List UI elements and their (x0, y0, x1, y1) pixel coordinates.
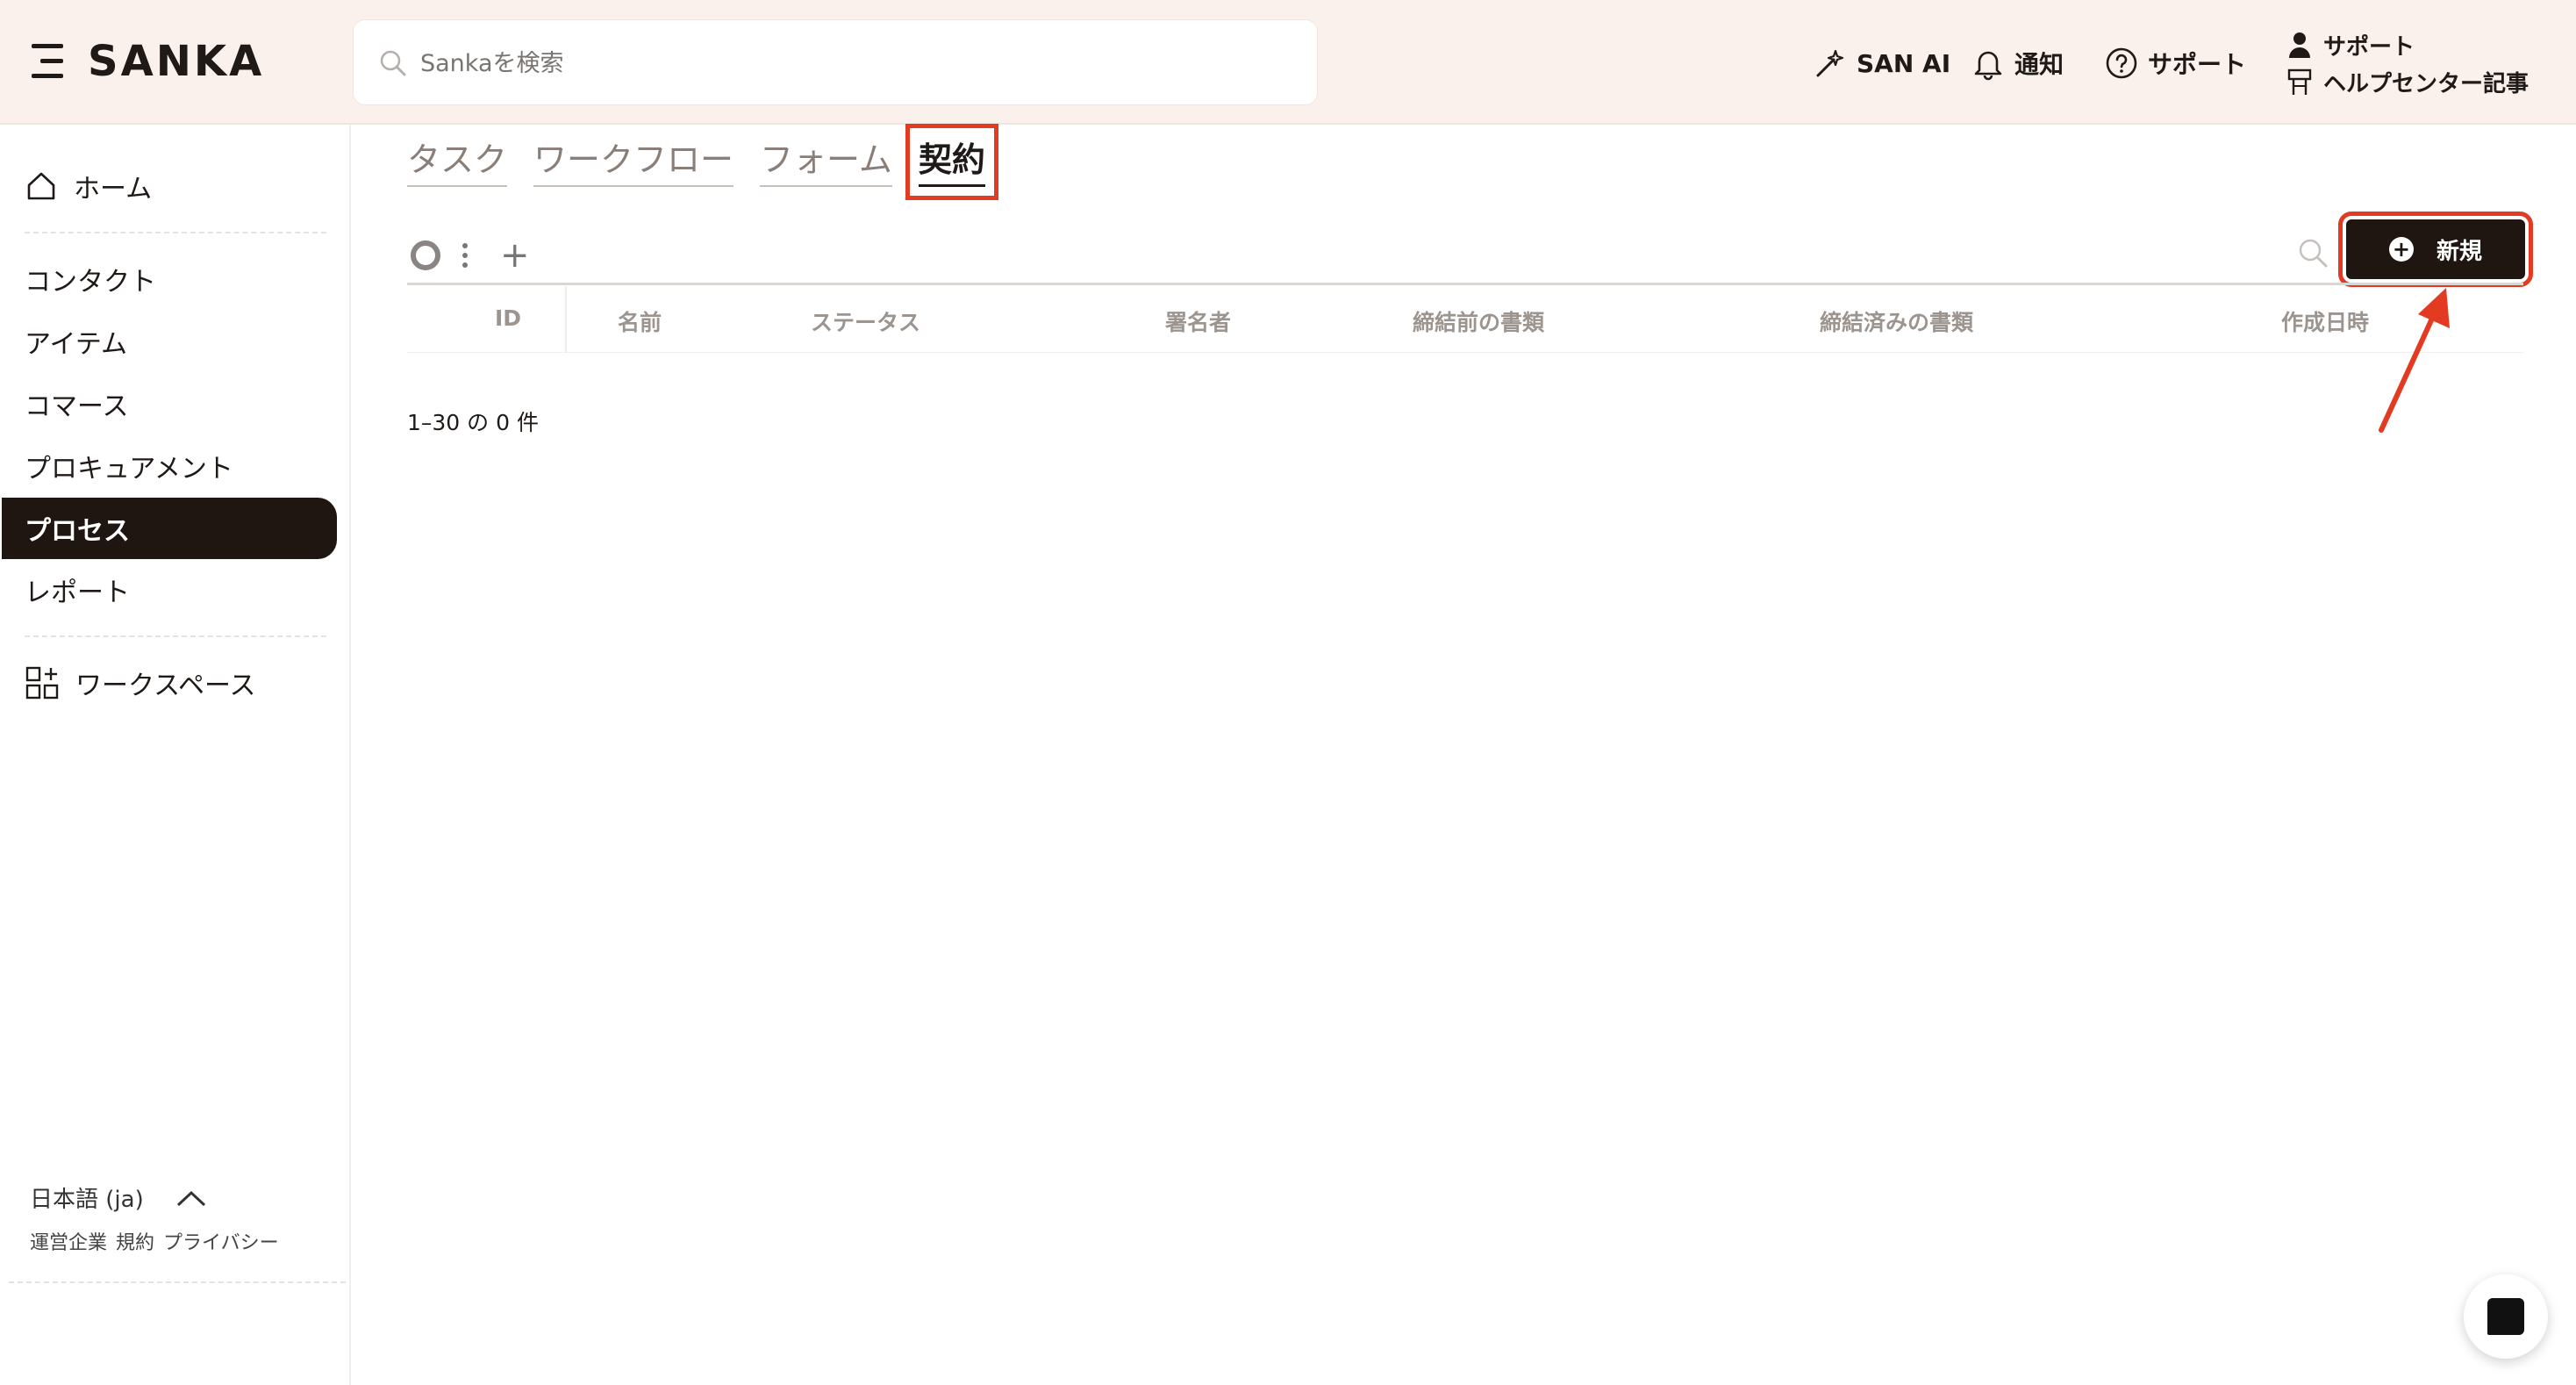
column-header-signed-docs[interactable]: 締結済みの書類 (1820, 305, 1973, 337)
add-view-icon[interactable]: + (500, 233, 530, 277)
grid-icon (25, 666, 59, 700)
process-tabs: タスク ワークフロー フォーム 契約 (407, 124, 998, 200)
sidebar-item-label: コマース (25, 391, 129, 422)
sidebar-item-process[interactable]: プロセス (2, 498, 337, 559)
language-label: 日本語 (ja) (30, 1187, 144, 1213)
sidebar-item-label: アイテム (25, 329, 127, 360)
privacy-link[interactable]: プライバシー (163, 1227, 279, 1255)
notifications-button[interactable]: 通知 (1971, 44, 2064, 83)
search-icon (380, 50, 406, 76)
table-top-border (407, 283, 2523, 285)
chat-widget-button[interactable] (2464, 1274, 2548, 1359)
help-center-link[interactable]: ヘルプセンター記事 (2286, 63, 2529, 100)
top-header: SANKA SAN AI 通知 サポート (0, 0, 2576, 125)
support-links: サポート ヘルプセンター記事 (2286, 26, 2529, 100)
help-center-icon (2287, 68, 2312, 95)
company-link[interactable]: 運営企業 (30, 1227, 107, 1255)
global-search[interactable] (353, 19, 1318, 105)
new-button-label: 新規 (2436, 238, 2482, 265)
sidebar-item-label: レポート (25, 578, 130, 608)
annotation-arrow-icon (2379, 288, 2450, 433)
magic-wand-icon (1816, 49, 1844, 77)
column-separator (565, 286, 567, 353)
sidebar-footer-divider (9, 1281, 346, 1283)
column-header-id[interactable]: ID (495, 305, 521, 331)
tab-workflows[interactable]: ワークフロー (533, 137, 734, 187)
san-ai-button[interactable]: SAN AI (1813, 44, 1950, 83)
menu-icon[interactable] (32, 42, 67, 81)
chevron-up-icon (176, 1190, 205, 1206)
help-center-label: ヘルプセンター記事 (2323, 70, 2529, 97)
terms-link[interactable]: 規約 (116, 1227, 154, 1255)
sidebar-item-contacts[interactable]: コンタクト (25, 253, 156, 305)
home-icon (27, 172, 55, 200)
tab-contracts[interactable]: 契約 (905, 124, 998, 200)
sidebar-item-items[interactable]: アイテム (25, 315, 127, 368)
search-input[interactable] (420, 41, 1280, 85)
sidebar-item-label: コンタクト (25, 267, 156, 298)
table-search-icon[interactable] (2295, 235, 2330, 270)
column-header-signers[interactable]: 署名者 (1165, 305, 1231, 337)
sidebar-divider (25, 635, 326, 637)
chat-icon (2487, 1298, 2524, 1335)
contracts-table-header: ID 名前 ステータス 署名者 締結前の書類 締結済みの書類 作成日時 (407, 286, 2523, 353)
support-label: サポート (2148, 50, 2247, 79)
sidebar-item-label: ホーム (74, 174, 153, 205)
column-header-status[interactable]: ステータス (811, 305, 920, 337)
tab-forms[interactable]: フォーム (760, 137, 892, 187)
tab-tasks[interactable]: タスク (407, 137, 508, 187)
support-button[interactable]: サポート (2104, 44, 2246, 83)
support-link[interactable]: サポート (2286, 26, 2529, 63)
notifications-label: 通知 (2014, 50, 2064, 79)
record-count: 1–30 の 0 件 (407, 410, 539, 435)
language-selector[interactable]: 日本語 (ja) (30, 1181, 207, 1214)
footer-links: 運営企業 規約 プライバシー (30, 1227, 279, 1255)
column-header-name[interactable]: 名前 (618, 305, 662, 337)
plus-circle-icon: + (2388, 237, 2414, 262)
column-header-pre-signing-docs[interactable]: 締結前の書類 (1413, 305, 1544, 337)
help-circle-icon (2106, 47, 2137, 79)
sidebar-item-commerce[interactable]: コマース (25, 377, 129, 430)
sidebar-item-procurement[interactable]: プロキュアメント (25, 440, 233, 492)
bell-icon (1974, 51, 2002, 81)
sidebar-item-label: ワークスペース (75, 671, 256, 701)
column-header-created-at[interactable]: 作成日時 (2281, 305, 2369, 337)
sidebar-item-label: プロセス (25, 516, 130, 547)
view-circle-icon[interactable] (411, 240, 440, 270)
sidebar-item-label: プロキュアメント (25, 454, 233, 484)
sidebar-item-home[interactable]: ホーム (25, 160, 152, 212)
new-contract-button[interactable]: + 新規 (2338, 212, 2533, 287)
support-link-label: サポート (2323, 33, 2415, 61)
sidebar-divider (25, 232, 326, 233)
table-toolbar: + (407, 233, 2523, 286)
app-logo[interactable]: SANKA (88, 35, 264, 88)
more-options-icon[interactable] (462, 240, 469, 272)
san-ai-label: SAN AI (1857, 48, 1951, 78)
sidebar-item-workspace[interactable]: ワークスペース (25, 657, 256, 709)
sidebar-item-reports[interactable]: レポート (25, 563, 130, 616)
person-icon (2289, 32, 2310, 58)
